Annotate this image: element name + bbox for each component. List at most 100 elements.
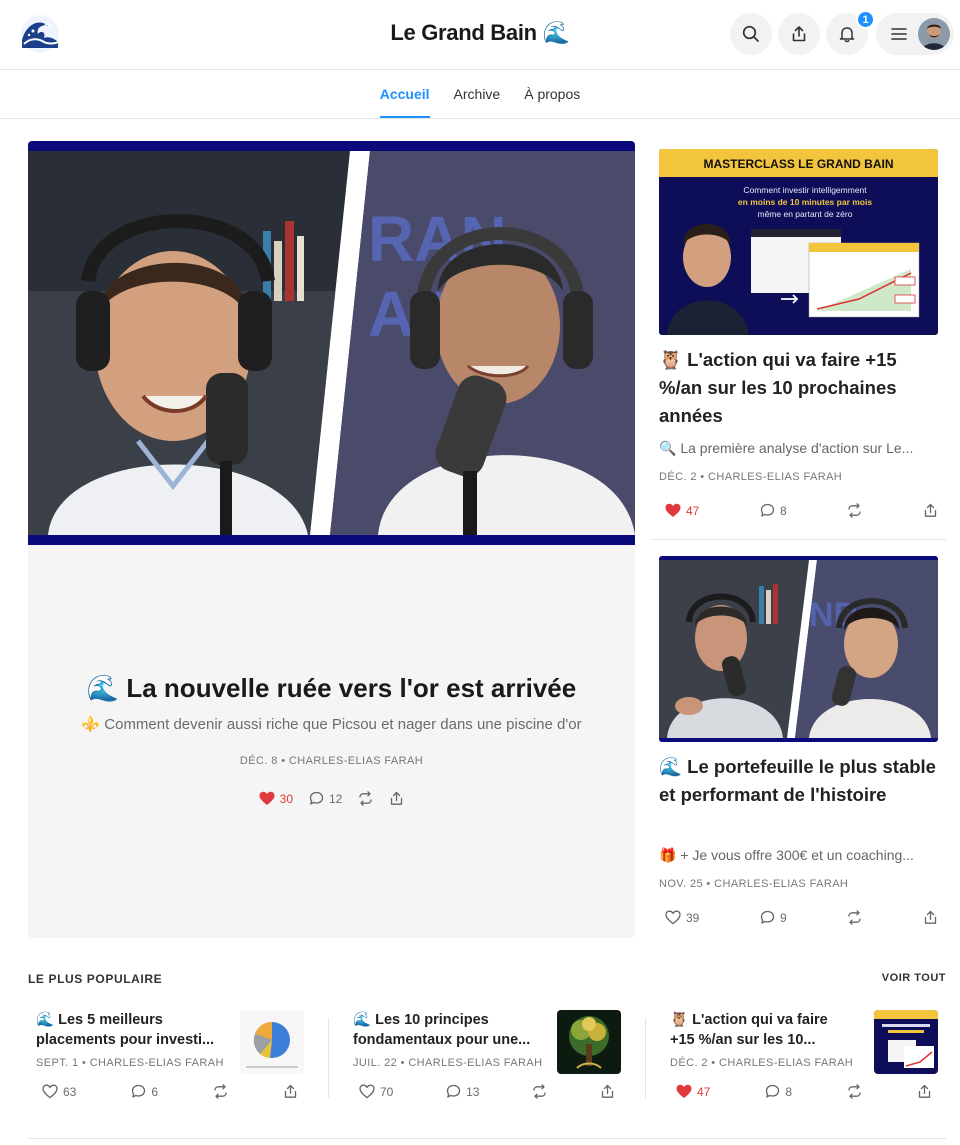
- comment-icon: [309, 791, 324, 805]
- popular-post[interactable]: 🌊 Les 5 meilleurs placements pour invest…: [36, 1010, 304, 1110]
- popular-post-title[interactable]: 🌊 Les 10 principes fondamentaux pour une…: [353, 1010, 549, 1050]
- notifications-button[interactable]: 1: [826, 10, 875, 55]
- like-count: 47: [686, 503, 700, 518]
- restack-button[interactable]: [847, 1084, 862, 1099]
- like-button[interactable]: 70: [359, 1084, 393, 1099]
- share-icon: [924, 503, 937, 517]
- notification-badge: 1: [856, 10, 875, 29]
- popular-post-thumbnail[interactable]: [557, 1010, 621, 1074]
- restack-icon: [848, 1084, 861, 1099]
- side-post[interactable]: ND 🌊 Le portefeuille le plus stable et p…: [651, 548, 946, 940]
- restack-button[interactable]: [358, 791, 373, 806]
- masterclass-line-2: en moins de 10 minutes par mois: [738, 197, 872, 207]
- share-icon: [918, 1084, 931, 1098]
- like-button[interactable]: 63: [42, 1084, 76, 1099]
- share-button[interactable]: [778, 13, 820, 55]
- popular-post-meta: SEPT. 1 • CHARLES-ELIAS FARAH: [36, 1057, 224, 1069]
- side-post-actions: 47 8: [659, 503, 938, 518]
- comment-button[interactable]: 8: [765, 1084, 792, 1099]
- search-icon: [742, 25, 759, 42]
- side-post-title[interactable]: 🦉 L'action qui va faire +15 %/an sur les…: [659, 346, 938, 430]
- post-share-button[interactable]: [923, 910, 938, 925]
- post-share-button[interactable]: [923, 503, 938, 518]
- side-post-image[interactable]: ND: [659, 556, 938, 742]
- side-post[interactable]: MASTERCLASS LE GRAND BAIN Comment invest…: [651, 141, 946, 540]
- tab-a-propos[interactable]: À propos: [524, 70, 580, 118]
- side-post-actions: 39 9: [659, 910, 938, 925]
- share-icon: [601, 1084, 614, 1098]
- comment-icon: [132, 1084, 146, 1098]
- comment-button[interactable]: 13: [446, 1084, 479, 1099]
- restack-icon: [848, 910, 861, 925]
- popular-post-actions: 70 13: [359, 1084, 615, 1099]
- popular-post-thumbnail[interactable]: [874, 1010, 938, 1074]
- side-post-meta: NOV. 25 • CHARLES-ELIAS FARAH: [659, 878, 849, 890]
- like-button[interactable]: 47: [676, 1084, 710, 1099]
- post-share-button[interactable]: [917, 1084, 932, 1099]
- comment-button[interactable]: 12: [309, 791, 342, 806]
- like-count: 30: [279, 791, 293, 806]
- popular-post-actions: 63 6: [42, 1084, 298, 1099]
- popular-post-title[interactable]: 🌊 Les 5 meilleurs placements pour invest…: [36, 1010, 232, 1050]
- featured-post-body: 🌊 La nouvelle ruée vers l'or est arrivée…: [28, 671, 635, 806]
- divider: [328, 1018, 329, 1098]
- main-nav: Accueil Archive À propos: [0, 70, 960, 119]
- restack-button[interactable]: [847, 910, 862, 925]
- see-all-link[interactable]: VOIR TOUT: [882, 972, 946, 984]
- like-count: 47: [697, 1084, 711, 1099]
- masterclass-banner-text: MASTERCLASS LE GRAND BAIN: [703, 157, 893, 171]
- popular-post-meta: DÉC. 2 • CHARLES-ELIAS FARAH: [670, 1057, 854, 1069]
- avatar: [918, 18, 950, 50]
- divider: [28, 1138, 946, 1139]
- comment-icon: [760, 910, 775, 924]
- popular-post[interactable]: 🌊 Les 10 principes fondamentaux pour une…: [353, 1010, 621, 1110]
- comment-count: 8: [785, 1084, 793, 1099]
- popular-post[interactable]: 🦉 L'action qui va faire +15 %/an sur les…: [670, 1010, 938, 1110]
- site-header: Le Grand Bain 🌊 1: [0, 0, 960, 70]
- side-post-meta: DÉC. 2 • CHARLES-ELIAS FARAH: [659, 471, 843, 483]
- featured-post[interactable]: RAN AIN 🌊 La nouvelle ruée vers l'or est…: [28, 141, 635, 938]
- post-share-button[interactable]: [283, 1084, 298, 1099]
- side-post-subtitle: 🔍 La première analyse d'action sur Le...: [659, 440, 914, 456]
- post-share-button[interactable]: [600, 1084, 615, 1099]
- heart-filled-icon: [676, 1084, 692, 1098]
- masterclass-line-1: Comment investir intelligemment: [743, 185, 867, 195]
- comment-button[interactable]: 6: [131, 1084, 158, 1099]
- restack-button[interactable]: [532, 1084, 547, 1099]
- hamburger-menu-icon: [891, 28, 907, 40]
- comment-button[interactable]: 9: [760, 910, 787, 925]
- popular-post-title[interactable]: 🦉 L'action qui va faire +15 %/an sur les…: [670, 1010, 866, 1050]
- featured-post-actions: 30 12: [28, 791, 635, 806]
- popular-heading: LE PLUS POPULAIRE: [28, 972, 163, 986]
- comment-button[interactable]: 8: [760, 503, 787, 518]
- featured-post-title[interactable]: 🌊 La nouvelle ruée vers l'or est arrivée: [28, 671, 635, 705]
- user-menu-button[interactable]: [876, 13, 954, 55]
- featured-post-meta: DÉC. 8 • CHARLES-ELIAS FARAH: [239, 755, 424, 767]
- restack-button[interactable]: [213, 1084, 228, 1099]
- comment-icon: [760, 503, 775, 517]
- tab-archive[interactable]: Archive: [454, 70, 501, 118]
- like-button[interactable]: 47: [665, 503, 699, 518]
- divider: [645, 1018, 646, 1098]
- heart-icon: [359, 1084, 375, 1099]
- comment-icon: [766, 1084, 780, 1098]
- restack-button[interactable]: [847, 503, 862, 518]
- like-button[interactable]: 30: [259, 791, 293, 806]
- like-button[interactable]: 39: [665, 910, 699, 925]
- post-share-button[interactable]: [389, 791, 404, 806]
- popular-post-meta: JUIL. 22 • CHARLES-ELIAS FARAH: [353, 1057, 543, 1069]
- tab-accueil[interactable]: Accueil: [379, 70, 430, 118]
- search-button[interactable]: [730, 13, 772, 55]
- masterclass-line-3: même en partant de zéro: [758, 209, 853, 219]
- restack-icon: [214, 1084, 227, 1099]
- comment-count: 9: [780, 910, 787, 925]
- side-post-title[interactable]: 🌊 Le portefeuille le plus stable et perf…: [659, 753, 938, 809]
- comment-count: 12: [329, 791, 343, 806]
- side-post-subtitle: 🎁 + Je vous offre 300€ et un coaching...: [659, 847, 914, 863]
- featured-post-image[interactable]: RAN AIN: [28, 141, 635, 545]
- comment-count: 6: [151, 1084, 159, 1099]
- side-post-image[interactable]: MASTERCLASS LE GRAND BAIN Comment invest…: [659, 149, 938, 335]
- like-count: 63: [63, 1084, 77, 1099]
- popular-post-thumbnail[interactable]: [240, 1010, 304, 1074]
- comment-icon: [446, 1084, 461, 1098]
